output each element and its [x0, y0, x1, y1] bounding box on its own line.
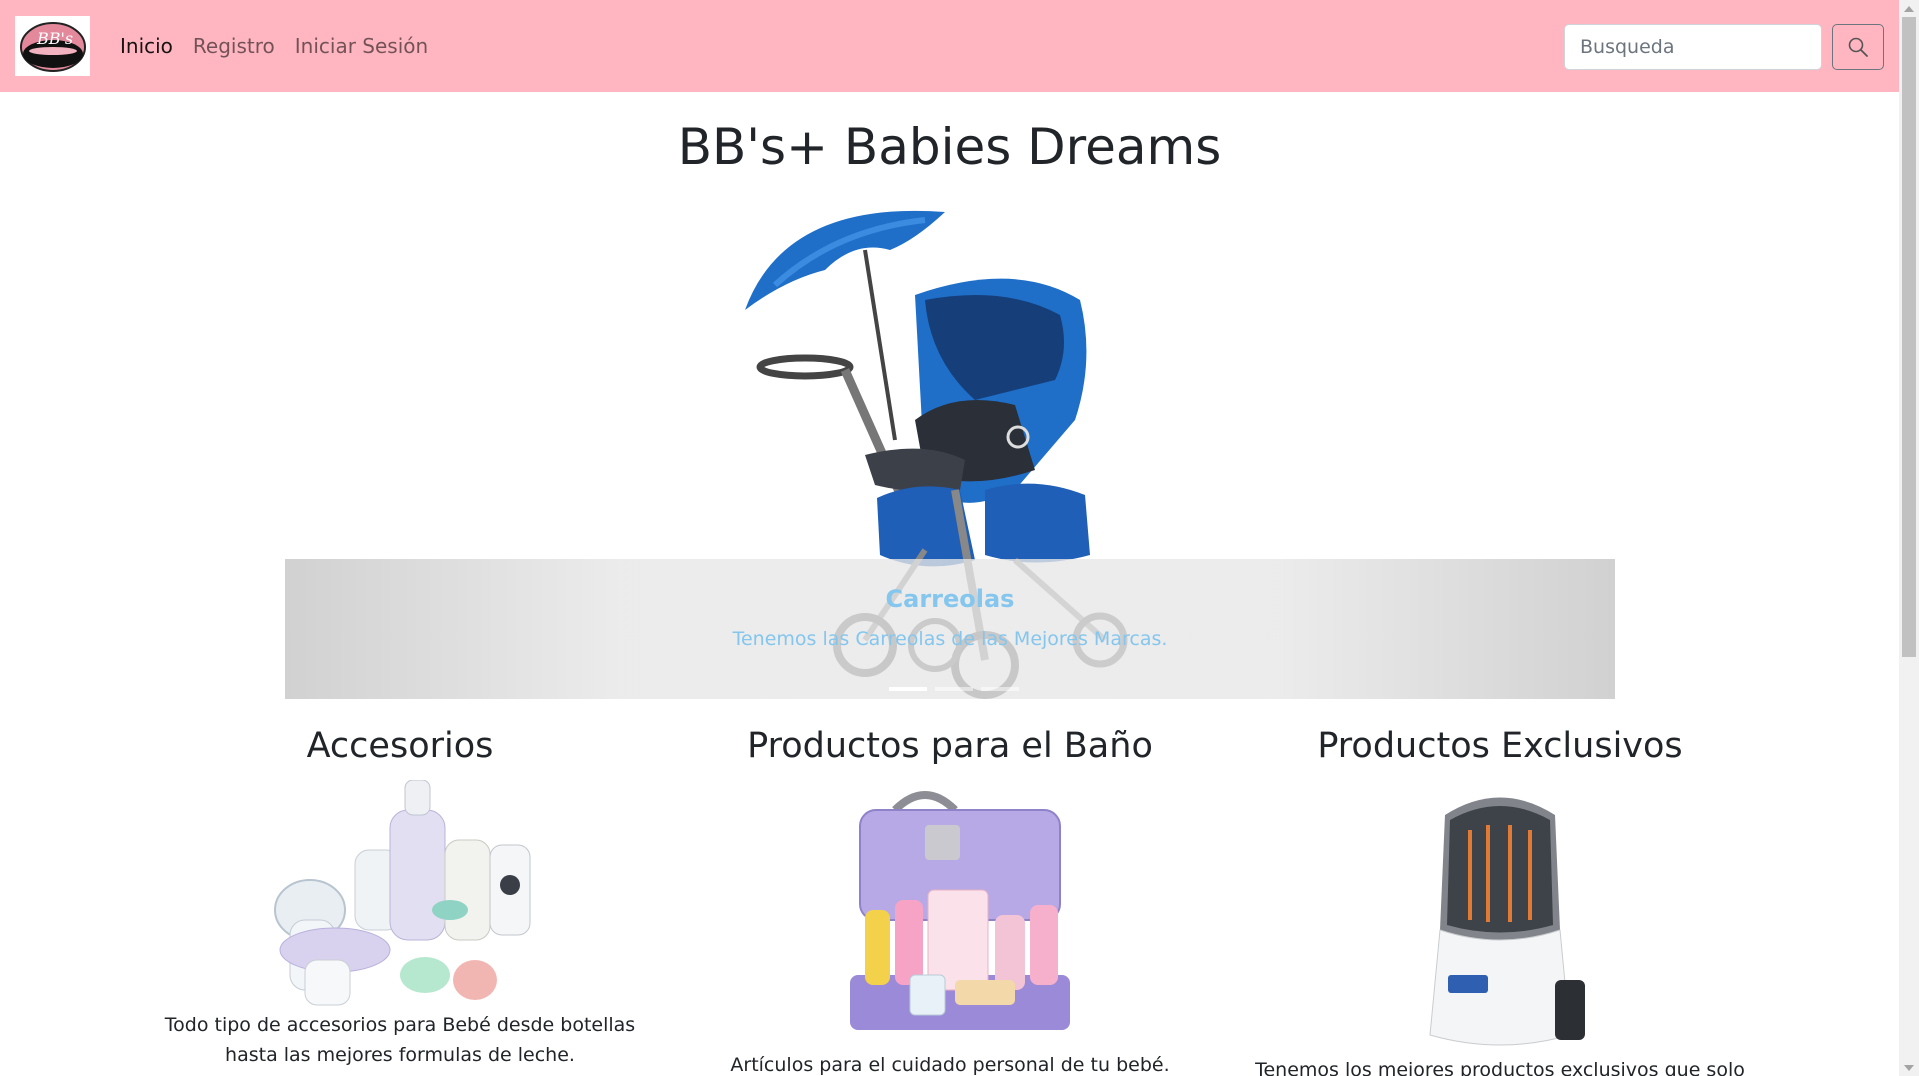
scroll-thumb[interactable] — [1902, 17, 1916, 657]
nav-link-registro[interactable]: Registro — [193, 34, 275, 58]
carousel-caption-text: Tenemos las Carreolas de las Mejores Mar… — [732, 628, 1168, 650]
exclusive-products-image — [1429, 797, 1585, 1046]
carousel-indicator[interactable] — [981, 687, 1019, 691]
card-bano: Productos para el Baño Artículos para el… — [670, 720, 1230, 1076]
card-text: Artículos para el cuidado personal de tu… — [730, 1054, 1170, 1076]
page-scrollbar[interactable] — [1899, 0, 1919, 1076]
card-accesorios: Accesorios Todo tipo de accesorios para … — [120, 720, 680, 1070]
search-icon — [1848, 37, 1868, 57]
brand-logo[interactable]: BB's — [15, 16, 90, 76]
carousel-indicator[interactable] — [889, 687, 927, 691]
nav-link-inicio[interactable]: Inicio — [120, 34, 173, 58]
scroll-up-arrow-icon[interactable] — [1899, 0, 1919, 17]
accessories-image — [274, 780, 531, 1006]
card-title: Productos para el Baño — [747, 726, 1153, 766]
card-title: Productos Exclusivos — [1317, 726, 1683, 766]
page: BB's Inicio Registro Iniciar Sesión BB's… — [0, 0, 1919, 1076]
search-button[interactable] — [1832, 24, 1884, 70]
carousel-indicators — [885, 687, 1023, 691]
card-title: Accesorios — [306, 726, 494, 766]
nav-links: Inicio Registro Iniciar Sesión — [120, 0, 448, 92]
card-exclusivos: Productos Exclusivos Tenemos los mejores… — [1220, 720, 1780, 1076]
carousel-caption-title: Carreolas — [885, 585, 1015, 613]
card-text: Todo tipo de accesorios para Bebé desde … — [164, 1014, 636, 1066]
carousel-indicator[interactable] — [935, 687, 973, 691]
page-title: BB's+ Babies Dreams — [677, 118, 1222, 176]
logo-icon: BB's — [19, 22, 86, 72]
card-text: Tenemos los mejores productos exclusivos… — [1255, 1059, 1745, 1076]
navbar: BB's Inicio Registro Iniciar Sesión — [0, 0, 1899, 92]
nav-link-iniciar-sesion[interactable]: Iniciar Sesión — [295, 34, 428, 58]
bath-products-image — [850, 791, 1070, 1030]
scroll-down-arrow-icon[interactable] — [1899, 1059, 1919, 1076]
svg-text:BB's: BB's — [36, 29, 73, 48]
search-input[interactable] — [1564, 24, 1822, 70]
carousel[interactable]: Carreolas Tenemos las Carreolas de las M… — [285, 190, 1615, 720]
